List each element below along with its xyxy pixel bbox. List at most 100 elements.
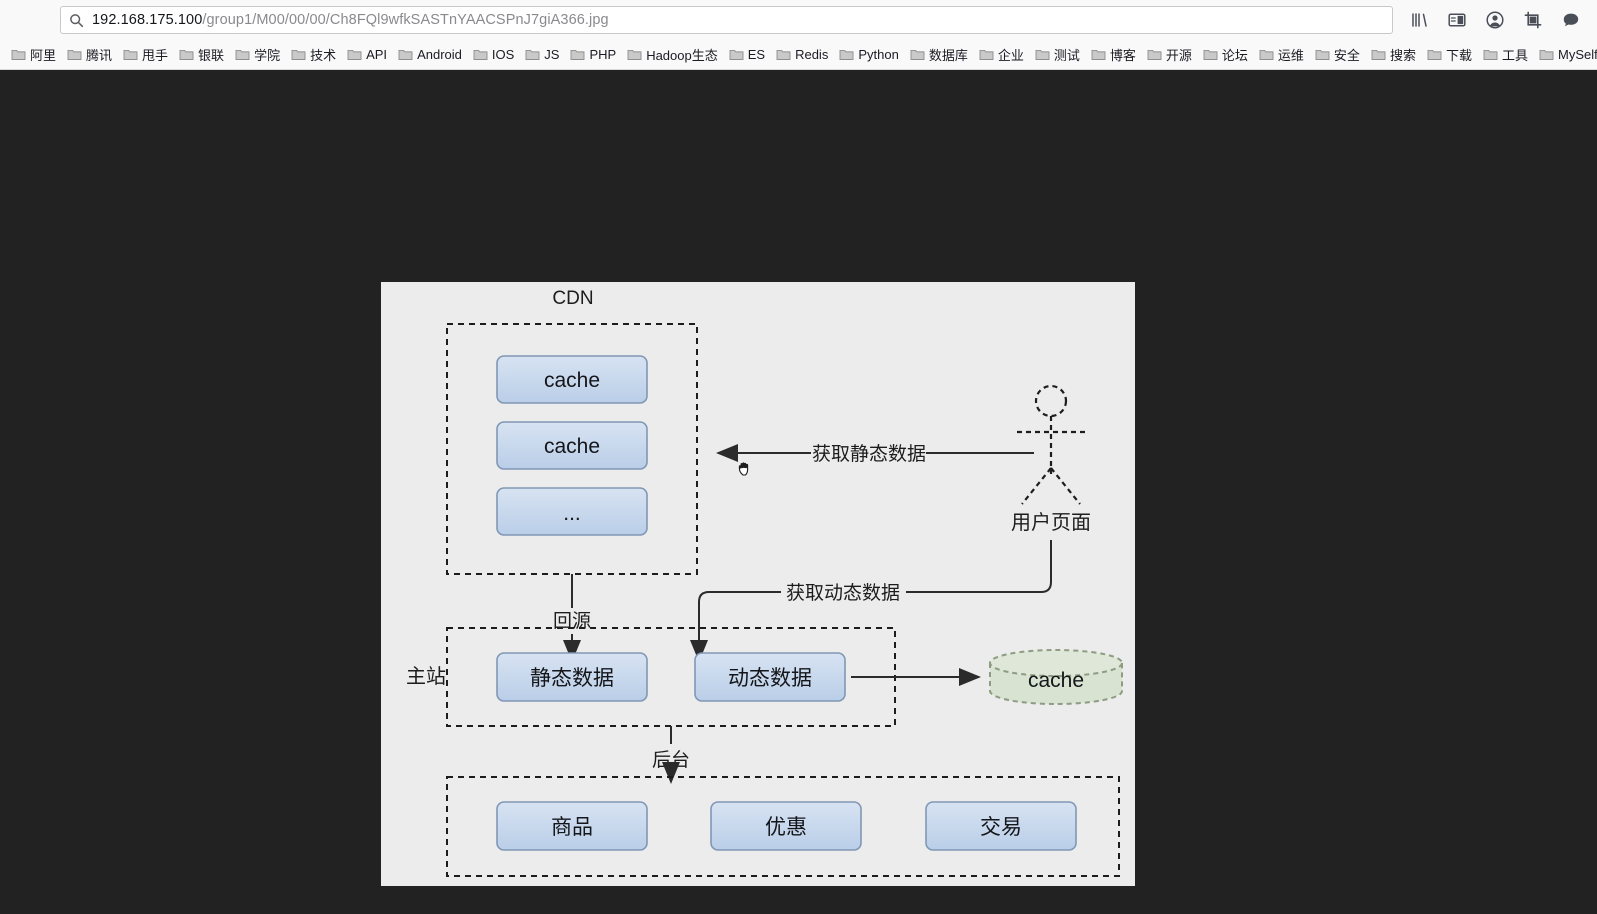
toolbar-icons (1409, 10, 1587, 30)
bookmark-label: 企业 (997, 48, 1024, 63)
bookmark-item[interactable]: Android (393, 45, 467, 64)
bookmark-item[interactable]: 搜索 (1366, 43, 1421, 66)
folder-icon (1147, 49, 1162, 60)
folder-icon (1259, 49, 1274, 60)
folder-icon (627, 49, 642, 60)
bookmark-label: API (366, 47, 388, 62)
folder-icon (1203, 49, 1218, 60)
cdn-group-title: CDN (552, 288, 593, 309)
bookmark-label: 银联 (198, 48, 225, 63)
bookmark-item[interactable]: 运维 (1254, 43, 1309, 66)
feedback-icon[interactable] (1561, 10, 1581, 30)
cdn-cache-label-3: ... (563, 502, 581, 525)
image-viewport[interactable]: CDN cache cache ... 用户页面 获取静态数据 获取动态数据 回… (0, 70, 1597, 914)
bookmark-item[interactable]: PHP (565, 45, 621, 64)
bookmark-item[interactable]: MySelf (1534, 45, 1597, 64)
bookmark-label: 学院 (254, 48, 281, 63)
bookmark-item[interactable]: 博客 (1086, 43, 1141, 66)
folder-icon (1315, 49, 1330, 60)
screenshot-icon[interactable] (1523, 10, 1543, 30)
folder-icon (347, 49, 362, 60)
bookmark-item[interactable]: Python (834, 45, 903, 64)
actor-label: 用户页面 (1011, 511, 1091, 534)
bookmark-item[interactable]: 开源 (1142, 43, 1197, 66)
bookmark-label: 博客 (1109, 48, 1136, 63)
folder-icon (1035, 49, 1050, 60)
folder-icon (1427, 49, 1442, 60)
edge-label-get-static-data: 获取静态数据 (812, 443, 926, 465)
node-dynamic-data-label: 动态数据 (728, 667, 812, 690)
cdn-cache-node-3[interactable]: ... (496, 487, 648, 536)
navigation-toolbar: 192.168.175.100/group1/M00/00/00/Ch8FQl9… (0, 0, 1597, 40)
folder-icon (776, 49, 791, 60)
node-cache-store[interactable]: cache (989, 649, 1123, 705)
folder-icon (179, 49, 194, 60)
cdn-cache-node-2[interactable]: cache (496, 421, 648, 470)
bookmark-label: 工具 (1501, 48, 1528, 63)
bookmark-item[interactable]: 甩手 (118, 43, 173, 66)
library-icon[interactable] (1409, 10, 1429, 30)
architecture-diagram-image[interactable]: CDN cache cache ... 用户页面 获取静态数据 获取动态数据 回… (381, 282, 1135, 886)
bookmark-label: 甩手 (142, 48, 169, 63)
bookmark-item[interactable]: Redis (771, 45, 833, 64)
bookmark-label: PHP (589, 47, 617, 62)
bookmark-label: 论坛 (1221, 48, 1248, 63)
bookmark-item[interactable]: 学院 (230, 43, 285, 66)
node-static-data[interactable]: 静态数据 (496, 652, 648, 702)
diagram-canvas: CDN cache cache ... 用户页面 获取静态数据 获取动态数据 回… (381, 282, 1135, 886)
bookmark-label: 搜索 (1389, 48, 1416, 63)
bookmark-item[interactable]: API (342, 45, 392, 64)
folder-icon (235, 49, 250, 60)
bookmark-item[interactable]: 论坛 (1198, 43, 1253, 66)
edge-label-backend: 后台 (652, 749, 690, 771)
sidebar-icon[interactable] (1447, 10, 1467, 30)
bookmark-item[interactable]: 测试 (1030, 43, 1085, 66)
cdn-cache-node-1[interactable]: cache (496, 355, 648, 404)
bookmark-label: JS (544, 47, 560, 62)
folder-icon (473, 49, 488, 60)
folder-icon (291, 49, 306, 60)
bookmark-item[interactable]: ES (724, 45, 770, 64)
folder-icon (570, 49, 585, 60)
bookmark-item[interactable]: Hadoop生态 (622, 43, 723, 66)
url-bar[interactable]: 192.168.175.100/group1/M00/00/00/Ch8FQl9… (60, 6, 1393, 34)
node-transaction[interactable]: 交易 (925, 801, 1077, 851)
folder-icon (979, 49, 994, 60)
bookmark-label: Android (417, 47, 462, 62)
bookmark-label: 腾讯 (86, 48, 113, 63)
folder-icon (729, 49, 744, 60)
bookmark-item[interactable]: JS (520, 45, 564, 64)
search-icon (70, 13, 84, 27)
bookmark-label: ES (747, 47, 766, 62)
node-cache-store-label: cache (1028, 669, 1084, 692)
grab-hand-cursor (738, 462, 749, 476)
folder-icon (1371, 49, 1386, 60)
bookmark-item[interactable]: 腾讯 (62, 43, 117, 66)
folder-icon (1483, 49, 1498, 60)
url-host: 192.168.175.100 (92, 12, 203, 28)
account-icon[interactable] (1485, 10, 1505, 30)
bookmark-item[interactable]: 工具 (1478, 43, 1533, 66)
bookmark-item[interactable]: 下载 (1422, 43, 1477, 66)
folder-icon (1539, 49, 1554, 60)
folder-icon (525, 49, 540, 60)
node-product[interactable]: 商品 (496, 801, 648, 851)
bookmark-label: Hadoop生态 (646, 48, 718, 63)
node-promotion[interactable]: 优惠 (710, 801, 862, 851)
main-site-group-label: 主站 (406, 665, 446, 688)
folder-icon (910, 49, 925, 60)
bookmark-item[interactable]: 数据库 (905, 43, 973, 66)
bookmark-item[interactable]: 阿里 (6, 43, 61, 66)
bookmark-item[interactable]: 技术 (286, 43, 341, 66)
bookmark-item[interactable]: IOS (468, 45, 519, 64)
bookmark-item[interactable]: 安全 (1310, 43, 1365, 66)
bookmark-label: 下载 (1445, 48, 1472, 63)
folder-icon (1091, 49, 1106, 60)
bookmarks-bar: 阿里 腾讯 甩手 银联 学院 技术 API Android IOS JS PHP… (0, 40, 1597, 69)
node-dynamic-data[interactable]: 动态数据 (694, 652, 846, 702)
bookmark-item[interactable]: 企业 (974, 43, 1029, 66)
folder-icon (123, 49, 138, 60)
node-transaction-label: 交易 (980, 816, 1022, 839)
bookmark-item[interactable]: 银联 (174, 43, 229, 66)
cdn-cache-label-2: cache (544, 435, 600, 458)
